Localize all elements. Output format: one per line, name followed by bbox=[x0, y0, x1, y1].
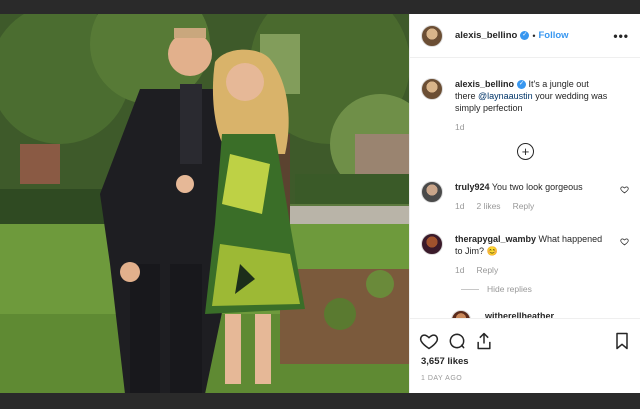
post-timestamp: 1 DAY AGO bbox=[421, 375, 463, 382]
caption: alexis_bellino ✓ It's a jungle out there … bbox=[421, 78, 631, 138]
like-comment-heart-icon[interactable] bbox=[620, 237, 629, 246]
post-actions: 3,657 likes 1 DAY AGO bbox=[410, 318, 640, 393]
verified-badge-icon: ✓ bbox=[520, 31, 530, 40]
share-icon[interactable] bbox=[474, 331, 494, 351]
comment-body: truly924 You two look gorgeous 1d 2 likes… bbox=[455, 181, 611, 212]
comment-item: truly924 You two look gorgeous 1d 2 likes… bbox=[421, 181, 631, 221]
like-heart-icon[interactable] bbox=[419, 331, 439, 351]
header-separator: • bbox=[532, 30, 536, 41]
caption-username[interactable]: alexis_bellino bbox=[455, 79, 514, 89]
comments-list[interactable]: alexis_bellino ✓ It's a jungle out there … bbox=[410, 58, 640, 318]
comment-time: 1d bbox=[455, 201, 465, 211]
hide-replies-line bbox=[461, 289, 479, 291]
caption-body: alexis_bellino ✓ It's a jungle out there … bbox=[455, 78, 611, 133]
caption-avatar[interactable] bbox=[421, 78, 443, 100]
comment-meta: 1d Reply bbox=[455, 264, 611, 276]
comment-meta: 1d 2 likes Reply bbox=[455, 200, 611, 212]
verified-badge-icon: ✓ bbox=[517, 80, 527, 90]
post-side-panel: alexis_bellino ✓ • Follow ••• alexis_bel… bbox=[409, 14, 640, 393]
commenter-avatar[interactable] bbox=[451, 310, 471, 318]
like-comment-heart-icon[interactable] bbox=[620, 185, 629, 194]
commenter-avatar[interactable] bbox=[421, 181, 443, 203]
caption-meta: 1d bbox=[455, 121, 611, 133]
comment-likes[interactable]: 2 likes bbox=[476, 201, 500, 211]
comment-body: witherellheather bbox=[485, 310, 640, 318]
top-letterbox bbox=[0, 0, 640, 14]
post-photo[interactable] bbox=[0, 14, 409, 393]
likes-count[interactable]: 3,657 likes bbox=[421, 356, 469, 367]
comment-username[interactable]: witherellheather bbox=[485, 311, 554, 318]
commenter-avatar[interactable] bbox=[421, 233, 443, 255]
comment-text: You two look gorgeous bbox=[491, 182, 583, 192]
hide-replies-label: Hide replies bbox=[487, 284, 532, 294]
post-header: alexis_bellino ✓ • Follow ••• bbox=[410, 14, 640, 58]
caption-time: 1d bbox=[455, 122, 465, 132]
reply-button[interactable]: Reply bbox=[476, 265, 498, 275]
author-avatar[interactable] bbox=[421, 24, 443, 47]
couple-photo-illustration bbox=[0, 14, 409, 393]
load-more-comments-button[interactable]: + bbox=[517, 143, 534, 160]
reply-button[interactable]: Reply bbox=[513, 201, 535, 211]
screenshot-frame: alexis_bellino ✓ • Follow ••• alexis_bel… bbox=[0, 0, 640, 409]
bookmark-icon[interactable] bbox=[612, 331, 632, 351]
comment-username[interactable]: truly924 bbox=[455, 182, 490, 192]
author-username[interactable]: alexis_bellino bbox=[455, 30, 517, 41]
follow-button[interactable]: Follow bbox=[538, 30, 568, 41]
comment-item: witherellheather bbox=[421, 310, 631, 318]
more-options-icon[interactable]: ••• bbox=[613, 29, 629, 43]
comment-time: 1d bbox=[455, 265, 465, 275]
caption-mention-link[interactable]: @laynaaustin bbox=[478, 91, 533, 101]
bottom-letterbox bbox=[0, 393, 640, 409]
comment-item: therapygal_wamby What happened to Jim? 😊… bbox=[421, 233, 631, 288]
comment-bubble-icon[interactable] bbox=[447, 331, 467, 351]
comment-body: therapygal_wamby What happened to Jim? 😊… bbox=[455, 233, 611, 276]
comment-username[interactable]: therapygal_wamby bbox=[455, 234, 536, 244]
hide-replies-button[interactable]: Hide replies bbox=[461, 284, 532, 294]
